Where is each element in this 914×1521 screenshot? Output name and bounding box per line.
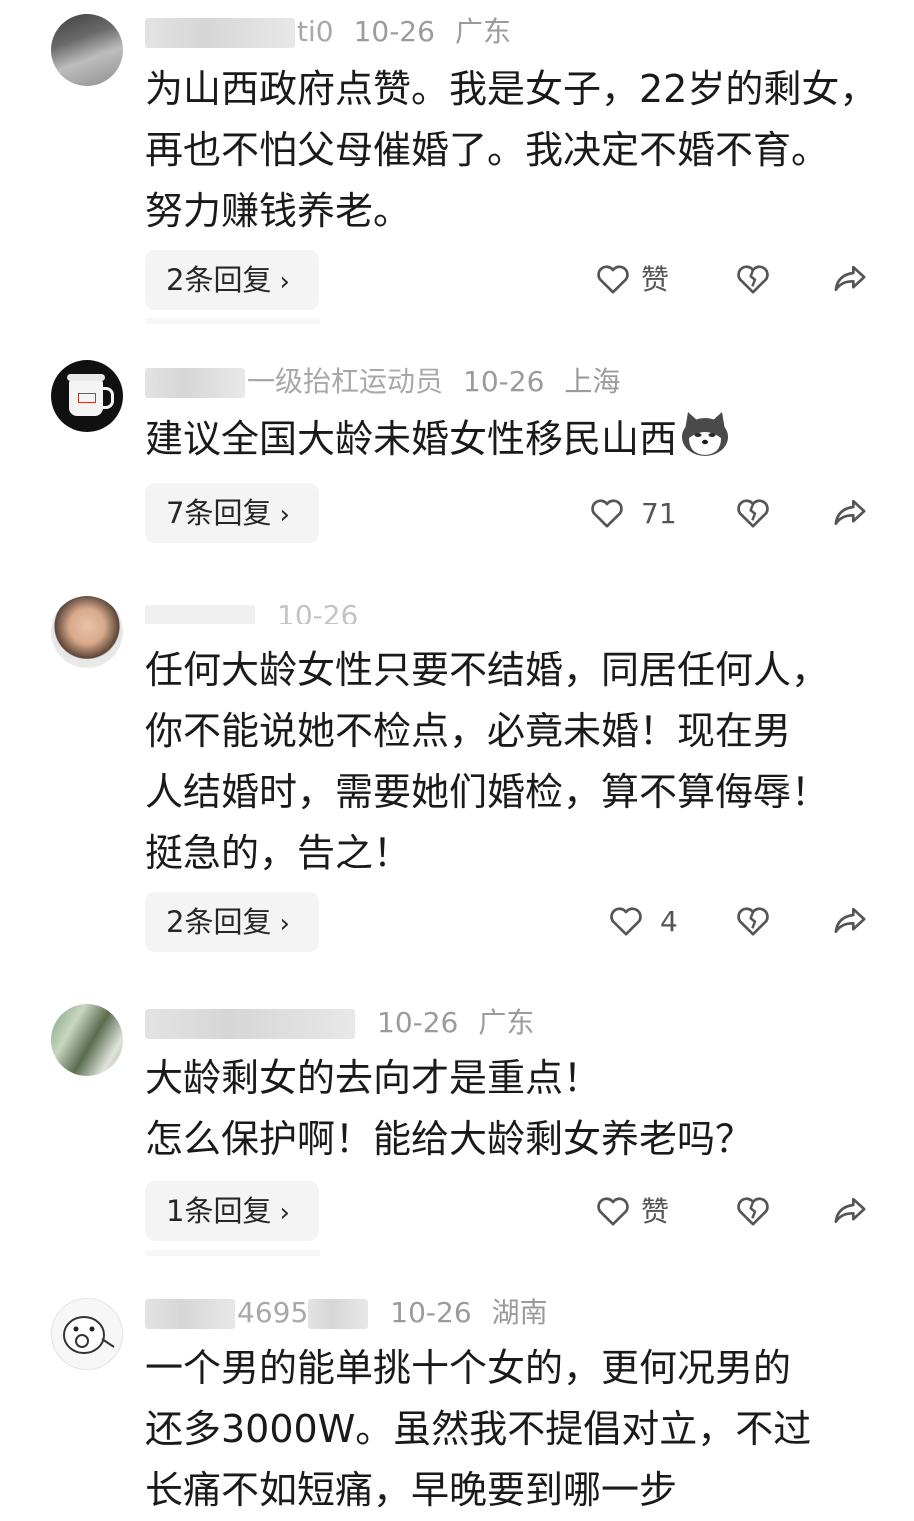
- avatar[interactable]: [51, 360, 123, 432]
- like-count: 赞: [641, 1195, 670, 1228]
- comment-date: 10-26: [390, 1296, 472, 1329]
- comment-text[interactable]: 任何大龄女性只要不结婚，同居任何人， 你不能说她不检点，必竟未婚！现在男 人结婚…: [145, 640, 885, 884]
- divider: [145, 1250, 320, 1256]
- share-button[interactable]: [830, 1190, 870, 1234]
- comment-text-line: 还多3000W。虽然我不提倡对立，不过: [145, 1407, 812, 1451]
- chevron-right-icon: ›: [279, 1198, 290, 1228]
- broken-heart-icon: [737, 499, 769, 528]
- heart-outline-icon: [591, 499, 623, 528]
- heart-outline-icon: [597, 1197, 629, 1226]
- chevron-right-icon: ›: [279, 267, 290, 297]
- like-button[interactable]: 赞: [593, 1190, 683, 1234]
- share-arrow-icon: [834, 499, 866, 525]
- view-replies-button[interactable]: 7条回复 ›: [145, 483, 319, 543]
- like-button[interactable]: 赞: [593, 258, 683, 302]
- view-replies-button[interactable]: 2条回复 ›: [145, 250, 319, 310]
- dislike-button[interactable]: [733, 492, 773, 536]
- like-count: 赞: [641, 263, 670, 296]
- avatar[interactable]: [51, 14, 123, 86]
- heart-outline-icon: [597, 265, 629, 294]
- comment-text-line: 再也不怕父母催婚了。我决定不婚不育。: [145, 128, 830, 172]
- chevron-right-icon: ›: [279, 500, 290, 530]
- comment-text[interactable]: 一个男的能单挑十个女的，更何况男的 还多3000W。虽然我不提倡对立，不过 长痛…: [145, 1338, 885, 1521]
- comment-text-line: 建议全国大龄未婚女性移民山西: [145, 417, 678, 461]
- dislike-button[interactable]: [733, 1190, 773, 1234]
- avatar[interactable]: [51, 1298, 123, 1370]
- mug-image: [69, 380, 103, 416]
- comment-text[interactable]: 大龄剩女的去向才是重点！ 怎么保护啊！能给大龄剩女养老吗？: [145, 1048, 885, 1170]
- username-redacted: [145, 368, 245, 398]
- shiba-dog-emoji: [682, 412, 729, 456]
- comment-meta: 10-26: [145, 598, 378, 624]
- heart-outline-icon: [610, 907, 642, 936]
- view-replies-button[interactable]: 1条回复 ›: [145, 1181, 319, 1241]
- comment-text-line: 为山西政府点赞。我是女子，22岁的剩女，: [145, 67, 878, 111]
- comment-text-line: 努力赚钱养老。: [145, 189, 412, 233]
- like-button[interactable]: 71: [587, 492, 687, 536]
- like-count: 4: [660, 905, 678, 938]
- comment-text-line: 任何大龄女性只要不结婚，同居任何人，: [145, 648, 830, 692]
- comment-text-line: 人结婚时，需要她们婚检，算不算侮辱！: [145, 770, 830, 814]
- comment-text[interactable]: 为山西政府点赞。我是女子，22岁的剩女， 再也不怕父母催婚了。我决定不婚不育。 …: [145, 59, 885, 242]
- like-count: 71: [641, 497, 677, 530]
- username[interactable]: 一级抬杠运动员: [247, 365, 443, 398]
- broken-heart-icon: [737, 907, 769, 936]
- comment-text[interactable]: 建议全国大龄未婚女性移民山西: [145, 408, 885, 470]
- comment-meta: 10-26 广东: [145, 1005, 534, 1041]
- view-replies-label: 7条回复: [166, 496, 272, 530]
- comment-text-line: 长痛不如短痛，早晚要到哪一步: [145, 1468, 678, 1512]
- share-button[interactable]: [830, 900, 870, 944]
- view-replies-label: 1条回复: [166, 1194, 272, 1228]
- comment-meta: 一级抬杠运动员 10-26 上海: [145, 364, 620, 400]
- username-redacted: [145, 1299, 235, 1329]
- avatar[interactable]: [51, 596, 123, 668]
- avatar[interactable]: [51, 1004, 123, 1076]
- comment-text-line: 大龄剩女的去向才是重点！: [145, 1056, 602, 1100]
- comment-meta: 4695 10-26 湖南: [145, 1295, 548, 1331]
- comment-text-line: 怎么保护啊！能给大龄剩女养老吗？: [145, 1117, 754, 1161]
- comment-text-line: 挺急的，告之！: [145, 831, 412, 875]
- bird-avatar-image: [63, 1316, 115, 1354]
- username-redacted: [145, 605, 255, 624]
- username[interactable]: 4695: [237, 1296, 308, 1329]
- comment-location: 上海: [564, 365, 621, 398]
- view-replies-label: 2条回复: [166, 905, 272, 939]
- chevron-right-icon: ›: [279, 909, 290, 939]
- comment-meta: ti0 10-26 广东: [145, 14, 511, 50]
- username-redacted: [145, 18, 295, 48]
- username[interactable]: ti0: [297, 15, 334, 48]
- share-button[interactable]: [830, 492, 870, 536]
- username-redacted: [145, 1009, 355, 1039]
- share-arrow-icon: [834, 907, 866, 933]
- comment-date: 10-26: [463, 365, 545, 398]
- divider: [145, 318, 320, 324]
- comment-location: 广东: [478, 1006, 535, 1039]
- comment-location: 湖南: [491, 1296, 548, 1329]
- broken-heart-icon: [737, 1197, 769, 1226]
- comment-date: 10-26: [377, 1006, 459, 1039]
- view-replies-label: 2条回复: [166, 263, 272, 297]
- comment-text-line: 你不能说她不检点，必竟未婚！现在男: [145, 709, 792, 753]
- share-arrow-icon: [834, 1197, 866, 1223]
- comment-date: 10-26: [353, 15, 435, 48]
- broken-heart-icon: [737, 265, 769, 294]
- comment-date: 10-26: [277, 599, 359, 624]
- view-replies-button[interactable]: 2条回复 ›: [145, 892, 319, 952]
- comment-location: 广东: [454, 15, 511, 48]
- dislike-button[interactable]: [733, 258, 773, 302]
- comment-text-line: 一个男的能单挑十个女的，更何况男的: [145, 1346, 792, 1390]
- share-button[interactable]: [830, 258, 870, 302]
- like-button[interactable]: 4: [606, 900, 686, 944]
- share-arrow-icon: [834, 265, 866, 291]
- dislike-button[interactable]: [733, 900, 773, 944]
